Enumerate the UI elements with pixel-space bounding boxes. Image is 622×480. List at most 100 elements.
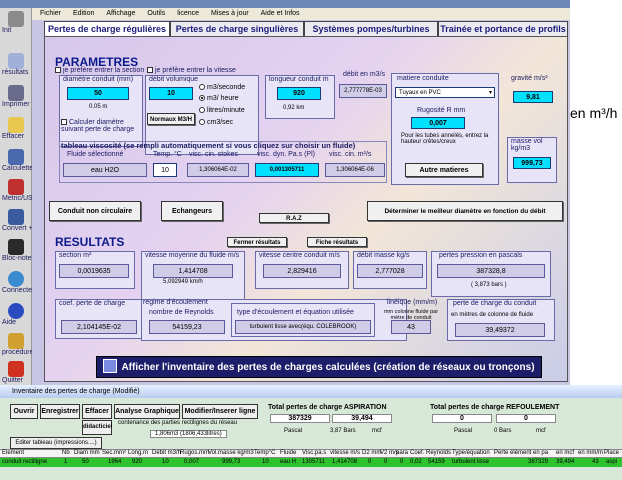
cell-v2: 0 <box>384 459 388 465</box>
radio-m3h[interactable]: m3/ heure <box>199 95 239 102</box>
menu-outils[interactable]: Outils <box>147 10 165 17</box>
cell-visc: 1305711 <box>302 459 325 465</box>
editer-tableau-button[interactable]: Editer tableau (impressions....) <box>10 437 102 449</box>
cell-element: conduit rectiligne <box>2 459 48 465</box>
tool-convert[interactable]: Convert + <box>2 208 33 238</box>
longueur-input[interactable]: 920 <box>277 87 321 100</box>
masse-label: masse vol kg/m3 <box>511 138 543 152</box>
diam-sub: 0.05 m <box>89 104 108 110</box>
tool-metric-us[interactable]: Metric/US <box>2 178 33 208</box>
reynolds-value: 54159,23 <box>149 320 225 334</box>
asp-mcf-unit: mcf <box>372 428 382 434</box>
radio-cm3[interactable]: cm3/sec <box>199 119 233 126</box>
tool-procedure[interactable]: procédure <box>2 332 34 362</box>
menu-mises-a-jour[interactable]: Mises à jour <box>211 10 249 17</box>
menu-affichage[interactable]: Affichage <box>106 10 135 17</box>
col-long: Long.m <box>128 450 149 456</box>
ref-pa-value: 0 <box>432 414 492 423</box>
asp-pa-value: 387329 <box>270 414 330 423</box>
debit-m3s-value: 2,777778E-03 <box>339 84 387 98</box>
autres-matieres-button[interactable]: Autre matieres <box>405 163 483 177</box>
overflow-text: en m³/h <box>570 105 618 121</box>
calc-diam-check[interactable]: Calculer diamètre suivant perte de charg… <box>61 119 141 133</box>
viscosite-title: tableau viscosité (se rempli automatique… <box>61 141 356 150</box>
raz-button[interactable]: R.A.Z <box>259 213 329 223</box>
tab-pompes-turbines[interactable]: Systèmes pompes/turbines <box>304 21 438 36</box>
section-value: 0,0019635 <box>59 264 129 278</box>
rugosite-input[interactable]: 0,007 <box>411 117 465 129</box>
contenance-label: contenance des parties rectilignes du ré… <box>118 420 238 426</box>
procedure-icon <box>8 333 24 349</box>
tool-resultats[interactable]: résultats <box>2 52 30 82</box>
afficher-inventaire-button[interactable]: Afficher l'inventaire des pertes de char… <box>96 356 542 378</box>
calculator-icon <box>8 149 24 165</box>
aspiration-title: Total pertes de charge ASPIRATION <box>268 404 387 411</box>
debit-m3s-label: débit en m3/s <box>343 71 386 78</box>
help-icon <box>8 303 24 319</box>
normaux-button[interactable]: Normaux M3/H <box>147 113 195 125</box>
longueur-label: longueur conduit m <box>269 76 329 83</box>
perte-conduit-label: perte de charge du conduit <box>453 300 537 307</box>
chk-section[interactable]: je préfère entrer la section <box>55 67 144 74</box>
resultats-title: RESULTATS <box>55 235 125 249</box>
debit-input[interactable]: 10 <box>149 87 193 100</box>
vmoy-label: vitesse moyenne du fluide m/s <box>145 252 240 259</box>
tab-pertes-singulieres[interactable]: Pertes de charge singulières <box>170 21 304 36</box>
list-icon <box>103 359 118 373</box>
modifier-ligne-button[interactable]: Modifier/Inserer ligne <box>182 404 258 419</box>
pertes-value: 387328,8 <box>437 264 545 278</box>
temp-input[interactable]: 10 <box>153 163 177 177</box>
fermer-resultats-button[interactable]: Fermer résultats <box>227 237 287 247</box>
col-reynolds: Reynolds <box>426 450 452 456</box>
tab-pertes-regulieres[interactable]: Pertes de charge régulières <box>44 21 170 36</box>
menu-aide[interactable]: Aide et Infos <box>261 10 300 17</box>
diam-label: diamètre conduit (mm) <box>63 76 134 83</box>
effacer-button[interactable]: Effacer <box>82 404 112 419</box>
diam-group <box>59 75 143 147</box>
diam-input[interactable]: 50 <box>67 87 129 100</box>
gravite-input[interactable]: 9,81 <box>513 91 553 103</box>
tool-aide[interactable]: Aide <box>2 302 30 332</box>
analyse-graphique-button[interactable]: Analyse Graphique <box>114 404 180 419</box>
col-debit: Débit m3/h <box>152 450 182 456</box>
chk-vitesse[interactable]: je préfère entrer la vitesse <box>147 67 236 74</box>
tool-bloc-note[interactable]: Bloc-note <box>2 238 32 268</box>
eraser-icon <box>8 117 24 133</box>
menu-edition[interactable]: Edition <box>73 10 94 17</box>
cell-nb: 1 <box>64 459 68 465</box>
debit-masse-value: 2,777028 <box>357 264 423 278</box>
tool-imprimer[interactable]: Imprimer <box>2 84 30 114</box>
cell-mmm: 43 <box>592 459 599 465</box>
enregistrer-button[interactable]: Enregistrer <box>40 404 80 419</box>
tool-effacer[interactable]: Effacer <box>2 116 30 146</box>
didacticiel-button[interactable]: didacticiel <box>82 420 112 435</box>
radio-litres[interactable]: litres/minute <box>199 107 245 114</box>
echangeurs-button[interactable]: Echangeurs <box>161 201 223 221</box>
non-circulaire-button[interactable]: Conduit non circulaire <box>49 201 141 221</box>
lineique-label: linéique (mm/m) <box>387 299 438 306</box>
lineique-value: 43 <box>391 320 431 334</box>
tool-calculette[interactable]: Calculette <box>2 148 33 178</box>
chevron-down-icon: ▾ <box>488 90 492 96</box>
left-toolbar: Init résultats Imprimer Effacer Calculet… <box>0 8 34 393</box>
meilleur-diametre-button[interactable]: Déterminer le meilleur diamètre en fonct… <box>367 201 563 221</box>
tool-init[interactable]: Init <box>2 10 30 40</box>
ouvrir-button[interactable]: Ouvrir <box>10 404 38 419</box>
col-volmasse: Vol.masse kg/m3 <box>208 450 254 456</box>
cell-diam: 50 <box>82 459 89 465</box>
radio-m3s[interactable]: m3/seconde <box>199 84 245 91</box>
contenance-value: 1,806m3 (1806,433litres) <box>150 430 227 438</box>
fiche-resultats-button[interactable]: Fiche résultats <box>307 237 367 247</box>
tab-trainee-portance[interactable]: Trainée et portance de profils <box>438 21 568 36</box>
menu-fichier[interactable]: Fichier <box>40 10 61 17</box>
masse-input[interactable]: 999,73 <box>513 157 551 169</box>
vcentre-label: vitesse centre conduit m/s <box>259 252 340 259</box>
menu-licence[interactable]: licence <box>177 10 199 17</box>
notepad-icon <box>8 239 24 255</box>
temp-label: Temp. °C <box>153 151 182 158</box>
dyn-value[interactable]: 0,001305711 <box>255 163 319 177</box>
pertes-sub: ( 3,873 bars ) <box>471 282 507 288</box>
tool-connecter[interactable]: Connecter <box>2 270 34 300</box>
vcentre-value: 2,829416 <box>263 264 341 278</box>
matiere-select[interactable]: Tuyaux en PVC ▾ <box>395 87 495 98</box>
